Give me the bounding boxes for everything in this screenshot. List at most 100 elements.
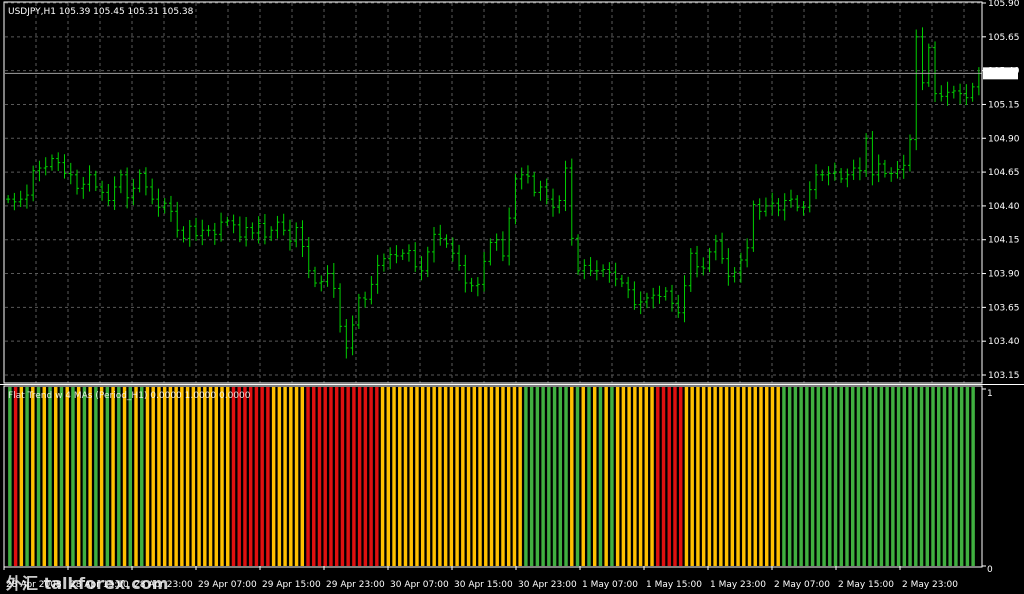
price-tick-label: 104.65 xyxy=(988,168,1020,178)
indicator-bar xyxy=(638,387,643,566)
indicator-bar xyxy=(942,387,947,566)
watermark: 外汇 talkforex.com xyxy=(5,574,168,593)
indicator-bar xyxy=(375,387,379,566)
indicator-bar xyxy=(747,387,752,566)
indicator-bar xyxy=(472,387,477,566)
indicator-bar xyxy=(357,387,362,566)
indicator-bar xyxy=(673,387,677,566)
indicator-bar xyxy=(810,387,815,566)
indicator-bar xyxy=(764,387,769,566)
indicator-bar xyxy=(271,387,276,566)
indicator-bar xyxy=(570,387,574,566)
indicator-bar xyxy=(392,387,396,566)
indicator-bar xyxy=(197,387,201,566)
indicator-bar xyxy=(352,387,356,566)
indicator-bar xyxy=(449,387,454,566)
indicator-bar xyxy=(76,387,81,566)
indicator-bar xyxy=(128,387,132,566)
indicator-bar xyxy=(317,387,322,566)
indicator-bar xyxy=(965,387,970,566)
indicator-bar xyxy=(191,387,196,566)
indicator-bar xyxy=(627,387,631,566)
indicator-bar xyxy=(140,387,144,566)
indicator-bar xyxy=(896,387,901,566)
time-tick-label: 1 May 23:00 xyxy=(710,580,766,590)
time-tick-label: 2 May 23:00 xyxy=(902,580,958,590)
indicator-bar xyxy=(816,387,821,566)
indicator-bar xyxy=(914,387,918,566)
indicator-bar xyxy=(254,387,259,566)
indicator-bar xyxy=(48,387,52,566)
indicator-bar xyxy=(547,387,551,566)
indicator-bar xyxy=(644,387,649,566)
price-tick-label: 105.15 xyxy=(988,100,1020,110)
indicator-bar xyxy=(466,387,471,566)
indicator-bar xyxy=(203,387,207,566)
indicator-bar xyxy=(753,387,757,566)
indicator-bar xyxy=(822,387,826,566)
indicator-bar xyxy=(833,387,838,566)
indicator-header: Flat Trend w 4 MAs (Period_H1) 0.0000 1.… xyxy=(8,391,251,401)
indicator-bar xyxy=(908,387,912,566)
indicator-bar xyxy=(403,387,408,566)
time-tick-label: 29 Apr 15:00 xyxy=(262,580,321,590)
indicator-bar xyxy=(736,387,740,566)
indicator-bar xyxy=(587,387,591,566)
indicator-bar xyxy=(226,387,230,566)
indicator-bar xyxy=(650,387,654,566)
indicator-bar xyxy=(937,387,941,566)
indicator-bar xyxy=(529,387,534,566)
indicator-bar xyxy=(8,387,12,566)
time-tick-label: 2 May 15:00 xyxy=(838,580,894,590)
indicator-bar xyxy=(862,387,866,566)
indicator-bar xyxy=(329,387,333,566)
trading-chart[interactable]: 105.90105.65105.40105.15104.90104.65104.… xyxy=(0,0,1024,594)
indicator-bar xyxy=(696,387,700,566)
indicator-bar xyxy=(283,387,287,566)
time-tick-label: 29 Apr 07:00 xyxy=(198,580,257,590)
indicator-bar xyxy=(684,387,689,566)
indicator-bar xyxy=(759,387,763,566)
price-tick-label: 104.15 xyxy=(988,236,1020,246)
indicator-bar xyxy=(925,387,929,566)
indicator-bar xyxy=(99,387,104,566)
indicator-bar xyxy=(42,387,46,566)
indicator-bar xyxy=(799,387,803,566)
indicator-bar xyxy=(438,387,442,566)
indicator-bar xyxy=(828,387,832,566)
indicator-bar xyxy=(954,387,958,566)
time-tick-label: 1 May 07:00 xyxy=(582,580,638,590)
indicator-bar xyxy=(931,387,935,566)
time-tick-label: 1 May 15:00 xyxy=(646,580,702,590)
indicator-bar xyxy=(719,387,723,566)
time-tick-label: 30 Apr 07:00 xyxy=(390,580,449,590)
indicator-bar xyxy=(455,387,459,566)
indicator-bar xyxy=(902,387,907,566)
indicator-bar xyxy=(873,387,878,566)
indicator-bar xyxy=(243,387,247,566)
indicator-bar xyxy=(661,387,666,566)
indicator-bar xyxy=(54,387,58,566)
indicator-bar xyxy=(713,387,717,566)
chart-canvas[interactable]: 105.90105.65105.40105.15104.90104.65104.… xyxy=(0,0,1024,594)
indicator-bar xyxy=(151,387,155,566)
indicator-bar xyxy=(323,387,327,566)
indicator-bar xyxy=(59,387,64,566)
indicator-bar xyxy=(730,387,735,566)
indicator-bar xyxy=(845,387,849,566)
indicator-bar xyxy=(231,387,236,566)
indicator-bar xyxy=(776,387,780,566)
indicator-bar xyxy=(208,387,213,566)
indicator-bar xyxy=(610,387,614,566)
indicator-bar xyxy=(185,387,190,566)
indicator-bar xyxy=(535,387,540,566)
main-chart-header: USDJPY,H1 105.39 105.45 105.31 105.38 xyxy=(8,7,194,17)
indicator-bar xyxy=(868,387,872,566)
indicator-bar xyxy=(948,387,952,566)
indicator-bar xyxy=(782,387,786,566)
indicator-bar xyxy=(851,387,855,566)
indicator-bar xyxy=(885,387,889,566)
indicator-bar xyxy=(724,387,729,566)
indicator-bar xyxy=(380,387,385,566)
indicator-bar xyxy=(839,387,843,566)
